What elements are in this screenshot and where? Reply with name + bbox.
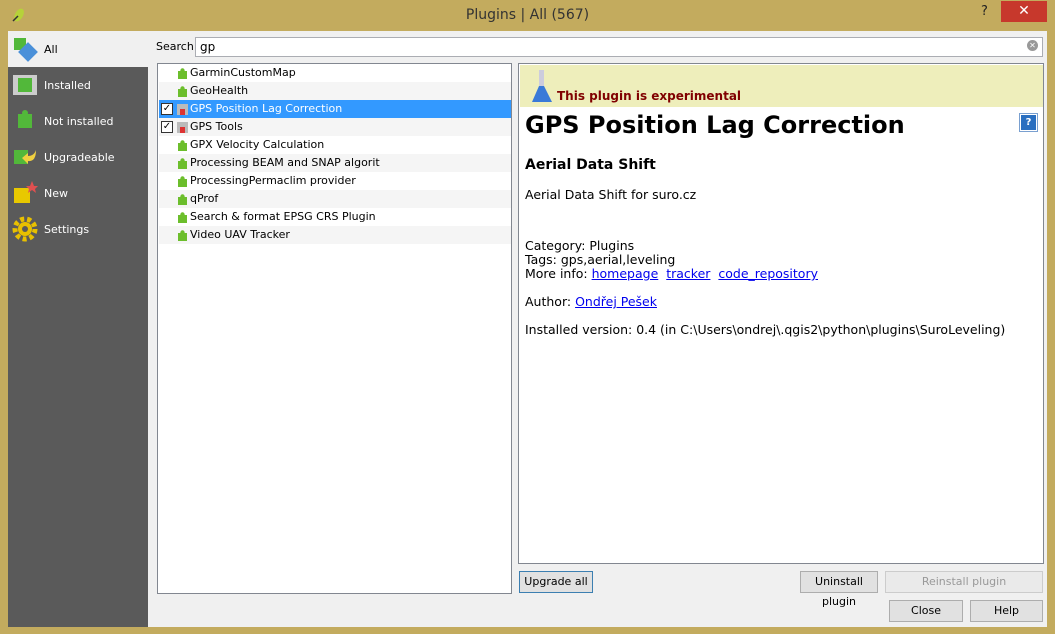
puzzle-icon xyxy=(178,140,187,151)
sidebar-item-label: New xyxy=(44,187,68,200)
code-repository-link[interactable]: code_repository xyxy=(718,266,818,281)
plugin-description: Aerial Data Shift for suro.cz xyxy=(525,187,697,202)
plugin-name: Search & format EPSG CRS Plugin xyxy=(190,210,376,223)
plugin-row[interactable]: Search & format EPSG CRS Plugin xyxy=(159,208,511,226)
installed-version: Installed version: 0.4 (in C:\Users\ondr… xyxy=(525,322,1006,337)
sidebar-item-label: Not installed xyxy=(44,115,114,128)
sidebar-item-not-installed[interactable]: Not installed xyxy=(8,103,148,139)
plugin-installed-icon xyxy=(177,104,188,115)
puzzle-icon xyxy=(178,212,187,223)
plugin-name: GPS Tools xyxy=(190,120,243,133)
close-window-button[interactable]: ✕ xyxy=(1001,1,1047,22)
puzzle-icon xyxy=(178,86,187,97)
plugin-name: Video UAV Tracker xyxy=(190,228,290,241)
sidebar-item-installed[interactable]: Installed xyxy=(8,67,148,103)
puzzle-not-installed-icon xyxy=(18,110,32,128)
experimental-banner: This plugin is experimental xyxy=(520,65,1043,107)
plugin-list[interactable]: GarminCustomMap GeoHealth ✓ GPS Position La… xyxy=(157,63,512,594)
sidebar-item-upgradeable[interactable]: Upgradeable xyxy=(8,139,148,175)
more-info: More info: homepage tracker code_reposit… xyxy=(525,266,818,281)
plugin-tags: Tags: gps,aerial,leveling xyxy=(525,252,676,267)
plugin-row[interactable]: ProcessingPermaclim provider xyxy=(159,172,511,190)
plugin-row[interactable]: ✓ GPS Position Lag Correction xyxy=(159,100,511,118)
sidebar-item-label: Installed xyxy=(44,79,91,92)
sidebar-item-label: Settings xyxy=(44,223,90,236)
help-title-button[interactable]: ? xyxy=(981,4,988,19)
homepage-link[interactable]: homepage xyxy=(592,266,659,281)
puzzle-icon xyxy=(178,176,187,187)
close-button[interactable]: Close xyxy=(889,600,963,622)
plugin-name: GeoHealth xyxy=(190,84,249,97)
flask-icon xyxy=(532,70,552,102)
help-button[interactable]: Help xyxy=(970,600,1043,622)
plugin-installed-icon xyxy=(177,122,188,133)
plugin-row[interactable]: Video UAV Tracker xyxy=(159,226,511,244)
plugin-row[interactable]: qProf xyxy=(159,190,511,208)
upgrade-all-button[interactable]: Upgrade all xyxy=(519,571,593,593)
plugin-name: GarminCustomMap xyxy=(190,66,296,79)
plugin-name: qProf xyxy=(190,192,219,205)
sidebar-item-settings[interactable]: Settings xyxy=(8,211,148,247)
search-input[interactable]: gp xyxy=(195,37,1043,57)
puzzle-icon xyxy=(178,68,187,79)
help-icon[interactable]: ? xyxy=(1019,113,1038,132)
sidebar: All Installed Not installed Upgradeable … xyxy=(8,31,148,627)
plugin-row[interactable]: GarminCustomMap xyxy=(159,64,511,82)
uninstall-plugin-button[interactable]: Uninstall plugin xyxy=(800,571,878,608)
plugin-category: Category: Plugins xyxy=(525,238,635,253)
author-link[interactable]: Ondřej Pešek xyxy=(575,294,657,309)
sidebar-item-new[interactable]: New xyxy=(8,175,148,211)
plugin-row[interactable]: Processing BEAM and SNAP algorit xyxy=(159,154,511,172)
reinstall-plugin-button[interactable]: Reinstall plugin xyxy=(885,571,1043,593)
experimental-text: This plugin is experimental xyxy=(557,89,742,103)
plugin-subtitle: Aerial Data Shift xyxy=(525,157,656,173)
plugin-title: GPS Position Lag Correction xyxy=(525,111,905,139)
plugin-name: Processing BEAM and SNAP algorit xyxy=(190,156,380,169)
puzzle-icon xyxy=(178,158,187,169)
sidebar-item-label: Upgradeable xyxy=(44,151,115,164)
plugin-checkbox[interactable]: ✓ xyxy=(161,121,173,133)
window-title: Plugins | All (567) xyxy=(465,7,590,23)
puzzle-installed-icon xyxy=(13,75,37,95)
puzzle-all-icon xyxy=(14,38,38,62)
more-info-label: More info: xyxy=(525,266,588,281)
puzzle-icon xyxy=(178,230,187,241)
puzzle-upgrade-icon xyxy=(14,150,36,164)
author-label: Author: xyxy=(525,294,572,309)
title-bar: Plugins | All (567) ? ✕ xyxy=(0,0,1055,31)
plugin-details: This plugin is experimental GPS Position… xyxy=(518,63,1044,564)
plugin-name: ProcessingPermaclim provider xyxy=(190,174,356,187)
clear-search-icon[interactable]: ✕ xyxy=(1027,40,1038,51)
gear-icon xyxy=(12,216,38,242)
tracker-link[interactable]: tracker xyxy=(666,266,710,281)
plugin-name: GPS Position Lag Correction xyxy=(190,102,343,115)
sidebar-item-all[interactable]: All xyxy=(8,31,148,67)
plugin-row[interactable]: GPX Velocity Calculation xyxy=(159,136,511,154)
author: Author: Ondřej Pešek xyxy=(525,294,657,309)
plugin-name: GPX Velocity Calculation xyxy=(190,138,325,151)
puzzle-icon xyxy=(178,194,187,205)
puzzle-new-icon xyxy=(14,181,38,203)
sidebar-item-label: All xyxy=(44,43,58,56)
search-label: Search xyxy=(156,40,194,53)
plugin-checkbox[interactable]: ✓ xyxy=(161,103,173,115)
plugin-row[interactable]: GeoHealth xyxy=(159,82,511,100)
plugin-row[interactable]: ✓ GPS Tools xyxy=(159,118,511,136)
